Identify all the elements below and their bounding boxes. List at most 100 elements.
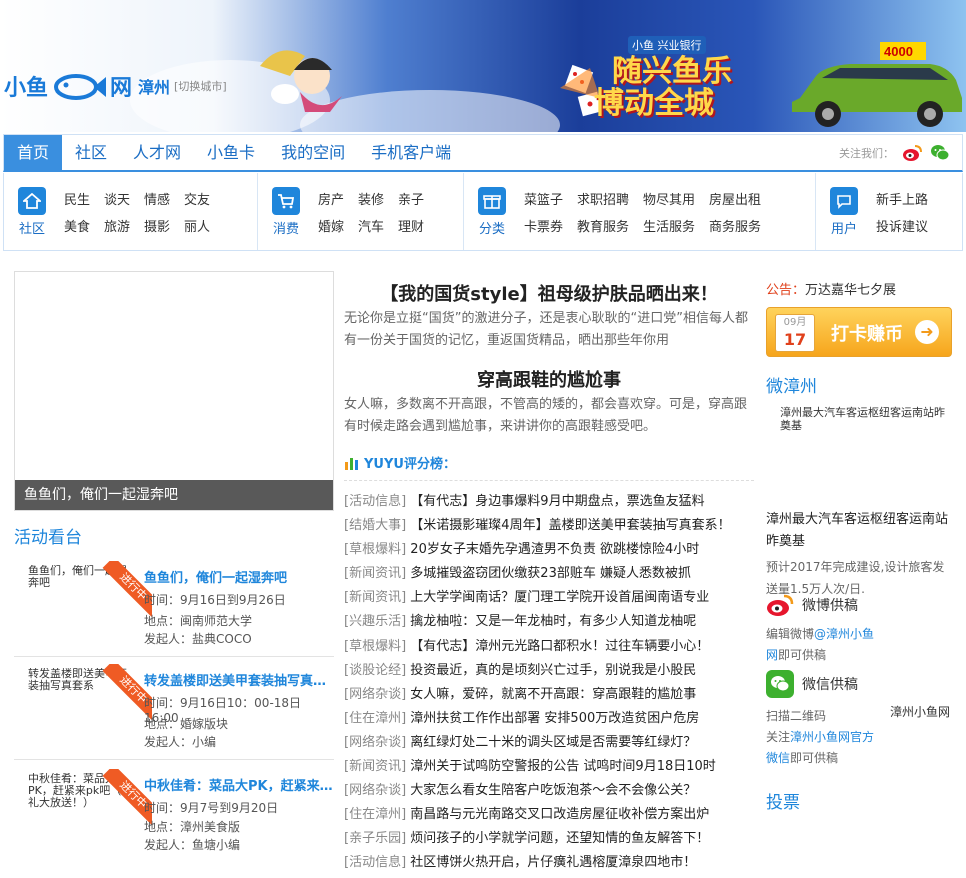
news-item[interactable]: [草根爆料] 20岁女子末婚先孕遇渣男不负责 欲跳楼惊险4小时 (344, 538, 754, 562)
category-link[interactable]: 投诉建议 (876, 216, 928, 235)
news-item[interactable]: [网络杂谈] 离红绿灯处二十米的调头区域是否需要等红绿灯？ (344, 731, 754, 755)
site-notice[interactable]: 公告：万达嘉华七夕展 (766, 279, 896, 298)
news-title[interactable]: 烦问孩子的小学就学问题，还望知情的鱼友解答下！ (410, 831, 709, 846)
news-item[interactable]: [活动信息] 社区博饼火热开启，片仔癀礼遇榕厦漳泉四地市！ (344, 851, 754, 875)
headline-article[interactable]: 穿高跟鞋的尴尬事 (344, 366, 754, 392)
category-link[interactable]: 摄影 (144, 216, 170, 235)
news-category[interactable]: [新闻资讯] (344, 566, 406, 581)
news-category[interactable]: [谈股论经] (344, 663, 406, 678)
weibo-embed-preview[interactable]: 漳州最大汽车客运枢纽客运南站昨奠基 (780, 406, 950, 432)
nav-home[interactable]: 首页 (4, 134, 63, 171)
category-link[interactable]: 教育服务 (577, 216, 629, 235)
category-head[interactable]: 社区 (16, 186, 48, 237)
news-title[interactable]: 漳州扶贫工作作出部署 安排500万改造贫困户危房 (410, 711, 699, 726)
category-link[interactable]: 婚嫁 (318, 216, 344, 235)
weibo-post-title[interactable]: 漳州最大汽车客运枢纽客运南站昨奠基 (766, 509, 956, 553)
category-head[interactable]: 消费 (270, 186, 302, 237)
news-item[interactable]: [活动信息] 【有代志】身边事爆料9月中期盘点，票选鱼友猛料 (344, 490, 754, 514)
category-head[interactable]: 用户 (828, 186, 860, 237)
news-category[interactable]: [活动信息] (344, 855, 406, 870)
category-link[interactable]: 情感 (144, 189, 170, 208)
category-link[interactable]: 谈天 (104, 189, 130, 208)
featured-caption[interactable]: 鱼鱼们，俺们一起湿奔吧 (15, 480, 333, 510)
notice-text[interactable]: 万达嘉华七夕展 (805, 283, 896, 298)
nav-mobile-client[interactable]: 手机客户端 (358, 135, 464, 171)
category-link[interactable]: 民生 (64, 189, 90, 208)
news-item[interactable]: [网络杂谈] 大家怎么看女生陪客户吃饭泡茶～会不会像公关？ (344, 779, 754, 803)
headline-article[interactable]: 【我的国货style】祖母级护肤品晒出来！ (344, 280, 754, 306)
news-item[interactable]: [谈股论经] 投资最近，真的是顷刻兴亡过手，别说我是小股民 (344, 659, 754, 683)
weibo-icon[interactable] (902, 144, 922, 162)
activity-item[interactable]: 转发盖楼即送美甲套装抽写真套系 进行中 转发盖楼即送美甲套装抽写真套系 时间：9… (14, 660, 334, 760)
category-link[interactable]: 房屋出租 (709, 189, 761, 208)
news-item[interactable]: [新闻资讯] 漳州关于试鸣防空警报的公告 试鸣时间9月18日10时 (344, 755, 754, 779)
news-title[interactable]: 漳州关于试鸣防空警报的公告 试鸣时间9月18日10时 (410, 759, 716, 774)
news-title[interactable]: 多城摧毁盗窃团伙缴获23部赃车 嫌疑人悉数被抓 (410, 566, 691, 581)
news-category[interactable]: [网络杂谈] (344, 687, 406, 702)
news-category[interactable]: [新闻资讯] (344, 590, 406, 605)
news-item[interactable]: [新闻资讯] 上大学学闽南话？厦门理工学院开设首届闽南语专业 (344, 586, 754, 610)
news-title[interactable]: 女人嘛，爱碎，就离不开高跟：穿高跟鞋的尴尬事 (410, 687, 696, 702)
category-link[interactable]: 生活服务 (643, 216, 695, 235)
news-title[interactable]: 【有代志】漳州元光路口都积水！过往车辆要小心！ (410, 639, 709, 654)
news-item[interactable]: [结婚大事] 【米诺摄影璀璨4周年】盖楼即送美甲套装抽写真套系！ (344, 514, 754, 538)
category-link[interactable]: 物尽其用 (643, 189, 695, 208)
vote-section-title[interactable]: 投票 (766, 788, 800, 813)
nav-jobs[interactable]: 人才网 (120, 135, 194, 171)
news-category[interactable]: [住在漳州] (344, 807, 406, 822)
news-title[interactable]: 社区博饼火热开启，片仔癀礼遇榕厦漳泉四地市！ (410, 855, 696, 870)
activity-item[interactable]: 中秋佳肴：菜品大PK，赶紧来pk吧（好礼大放送！） 进行中 中秋佳肴：菜品大PK… (14, 765, 334, 865)
activity-item[interactable]: 鱼鱼们，俺们一起湿奔吧 进行中 鱼鱼们，俺们一起湿奔吧 时间：9月16日到9月2… (14, 557, 334, 657)
news-title[interactable]: 上大学学闽南话？厦门理工学院开设首届闽南语专业 (410, 590, 709, 605)
news-category[interactable]: [结婚大事] (344, 518, 406, 533)
nav-my-space[interactable]: 我的空间 (268, 135, 358, 171)
car-illustration[interactable]: 4000 (780, 40, 965, 130)
checkin-button[interactable]: 09月 17 打卡赚币 ➜ (766, 307, 952, 357)
activity-title[interactable]: 转发盖楼即送美甲套装抽写真套系 (144, 670, 334, 689)
news-title[interactable]: 擒龙柚啦：又是一年龙柚时，有多少人知道龙柚呢 (410, 614, 696, 629)
switch-city-link[interactable]: [切换城市] (174, 78, 227, 94)
news-item[interactable]: [网络杂谈] 女人嘛，爱碎，就离不开高跟：穿高跟鞋的尴尬事 (344, 683, 754, 707)
category-link[interactable]: 商务服务 (709, 216, 761, 235)
nav-xiaoyu-card[interactable]: 小鱼卡 (194, 135, 268, 171)
news-category[interactable]: [草根爆料] (344, 542, 406, 557)
nav-community[interactable]: 社区 (62, 135, 120, 171)
news-item[interactable]: [住在漳州] 南昌路与元光南路交叉口改造房屋征收补偿方案出炉 (344, 803, 754, 827)
category-link[interactable]: 房产 (318, 189, 344, 208)
category-link[interactable]: 汽车 (358, 216, 384, 235)
news-category[interactable]: [住在漳州] (344, 711, 406, 726)
news-title[interactable]: 投资最近，真的是顷刻兴亡过手，别说我是小股民 (410, 663, 696, 678)
news-title[interactable]: 【有代志】身边事爆料9月中期盘点，票选鱼友猛料 (410, 494, 704, 509)
news-item[interactable]: [草根爆料] 【有代志】漳州元光路口都积水！过往车辆要小心！ (344, 635, 754, 659)
category-link[interactable]: 装修 (358, 189, 384, 208)
news-title[interactable]: 大家怎么看女生陪客户吃饭泡茶～会不会像公关？ (410, 783, 696, 798)
category-link[interactable]: 菜篮子 (524, 189, 563, 208)
category-link[interactable]: 亲子 (398, 189, 424, 208)
category-link[interactable]: 美食 (64, 216, 90, 235)
rating-board-header[interactable]: YUYU评分榜： (344, 453, 456, 472)
category-link[interactable]: 旅游 (104, 216, 130, 235)
news-category[interactable]: [网络杂谈] (344, 783, 406, 798)
category-link[interactable]: 理财 (398, 216, 424, 235)
featured-slideshow[interactable]: 鱼鱼们，俺们一起湿奔吧 (14, 271, 334, 511)
category-head[interactable]: 分类 (476, 186, 508, 237)
news-item[interactable]: [兴趣乐活] 擒龙柚啦：又是一年龙柚时，有多少人知道龙柚呢 (344, 610, 754, 634)
news-item[interactable]: [新闻资讯] 多城摧毁盗窃团伙缴获23部赃车 嫌疑人悉数被抓 (344, 562, 754, 586)
news-title[interactable]: 南昌路与元光南路交叉口改造房屋征收补偿方案出炉 (410, 807, 709, 822)
news-category[interactable]: [兴趣乐活] (344, 614, 406, 629)
news-category[interactable]: [草根爆料] (344, 639, 406, 654)
site-logo[interactable]: 小鱼 网 漳州 [切换城市] (4, 70, 227, 102)
news-category[interactable]: [新闻资讯] (344, 759, 406, 774)
news-category[interactable]: [网络杂谈] (344, 735, 406, 750)
news-title[interactable]: 20岁女子末婚先孕遇渣男不负责 欲跳楼惊险4小时 (410, 542, 699, 557)
news-item[interactable]: [住在漳州] 漳州扶贫工作作出部署 安排500万改造贫困户危房 (344, 707, 754, 731)
news-category[interactable]: [活动信息] (344, 494, 406, 509)
category-link[interactable]: 新手上路 (876, 189, 928, 208)
news-item[interactable]: [亲子乐园] 烦问孩子的小学就学问题，还望知情的鱼友解答下！ (344, 827, 754, 851)
wechat-icon[interactable] (930, 144, 950, 162)
news-title[interactable]: 【米诺摄影璀璨4周年】盖楼即送美甲套装抽写真套系！ (410, 518, 730, 533)
activity-title[interactable]: 中秋佳肴：菜品大PK，赶紧来pk吧 (144, 775, 334, 794)
category-link[interactable]: 求职招聘 (577, 189, 629, 208)
category-link[interactable]: 丽人 (184, 216, 210, 235)
news-title[interactable]: 离红绿灯处二十米的调头区域是否需要等红绿灯？ (410, 735, 696, 750)
